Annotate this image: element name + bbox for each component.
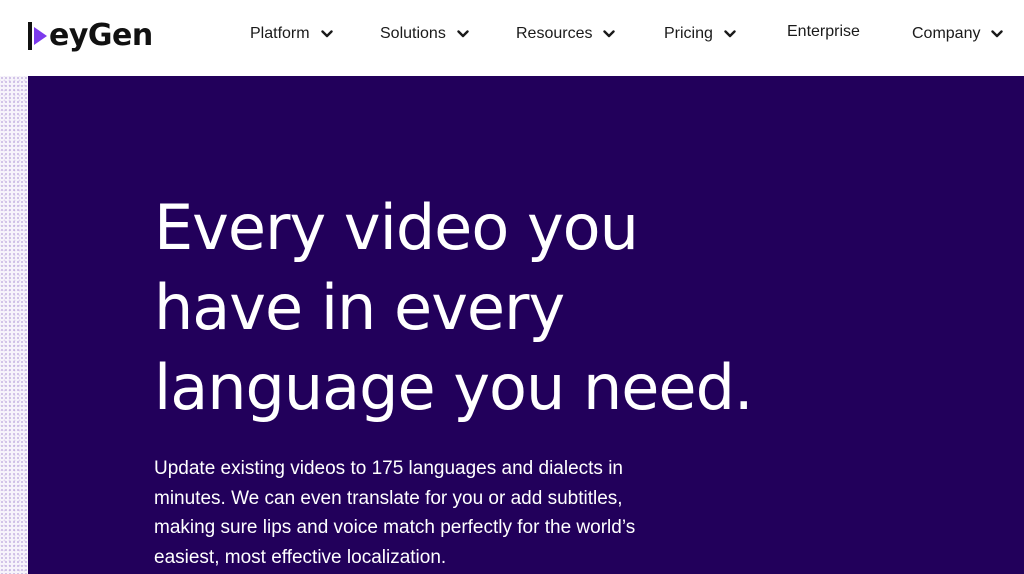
heygen-logo[interactable]: eyGen <box>28 14 153 58</box>
hero-description-line: making sure lips and voice match perfect… <box>154 517 636 538</box>
nav-item-pricing[interactable]: Pricing <box>664 22 737 46</box>
chevron-down-icon <box>456 27 470 41</box>
hero-description-line: Update existing videos to 175 languages … <box>154 458 623 479</box>
decorative-dot-strip <box>0 76 28 574</box>
nav-item-enterprise[interactable]: Enterprise <box>787 20 860 44</box>
chevron-down-icon <box>602 27 616 41</box>
chevron-down-icon <box>320 27 334 41</box>
nav-item-company[interactable]: Company <box>912 22 1004 46</box>
site-header: eyGen Platform Solutions Resources Prici… <box>0 0 1024 76</box>
logo-wordmark: eyGen <box>49 18 153 53</box>
hero-heading-line: Every video you <box>154 191 639 264</box>
nav-item-label: Platform <box>250 25 310 42</box>
play-icon <box>34 27 47 45</box>
nav-item-label: Company <box>912 25 981 42</box>
hero-heading-line: have in every <box>154 271 565 344</box>
nav-item-label: Enterprise <box>787 23 860 40</box>
nav-item-label: Resources <box>516 25 593 42</box>
nav-item-resources[interactable]: Resources <box>516 22 616 46</box>
nav-item-label: Solutions <box>380 25 446 42</box>
nav-item-solutions[interactable]: Solutions <box>380 22 470 46</box>
hero-section: Every video you have in every language y… <box>28 76 1024 574</box>
nav-item-label: Pricing <box>664 25 713 42</box>
logo-bar-mark <box>28 22 32 50</box>
hero-description: Update existing videos to 175 languages … <box>154 454 734 572</box>
hero-description-line: easiest, most effective localization. <box>154 546 447 568</box>
chevron-down-icon <box>990 27 1004 41</box>
hero-heading: Every video you have in every language y… <box>154 188 854 428</box>
hero-description-line: minutes. We can even translate for you o… <box>154 487 623 509</box>
hero-heading-line: language you need. <box>154 351 754 424</box>
chevron-down-icon <box>723 27 737 41</box>
nav-item-platform[interactable]: Platform <box>250 22 334 46</box>
